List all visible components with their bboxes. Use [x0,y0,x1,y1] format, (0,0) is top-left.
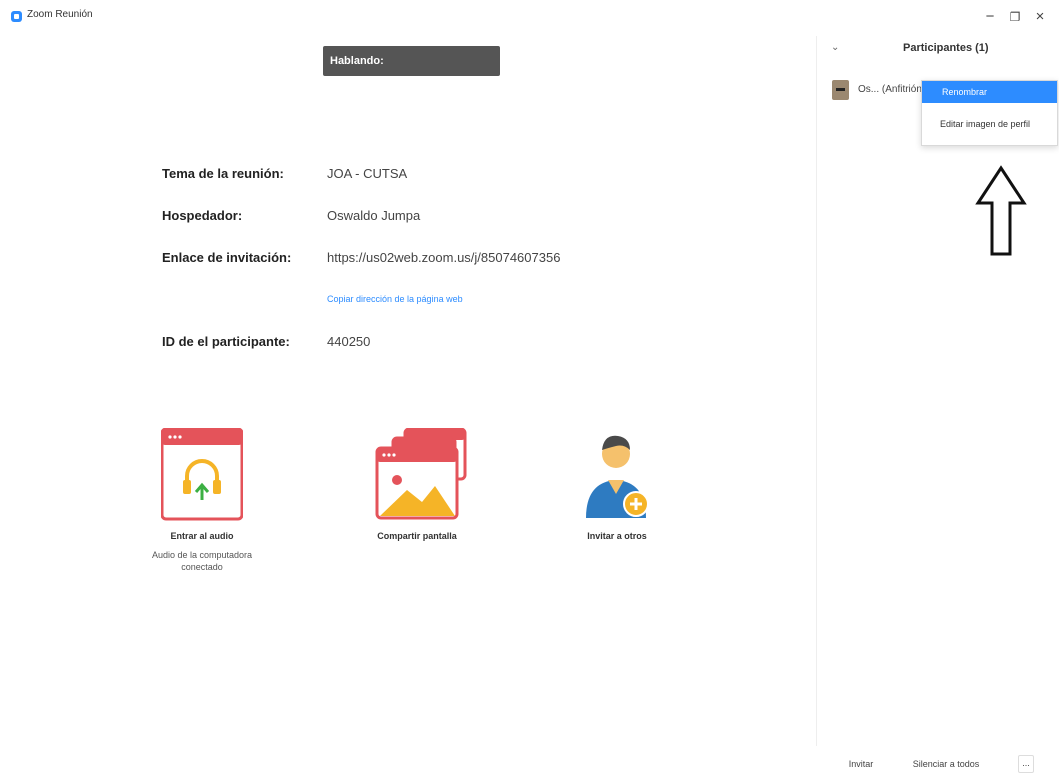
restore-button[interactable]: ❐ [1001,6,1029,28]
invite-button[interactable]: Invitar [844,755,878,773]
headphones-icon [160,427,244,521]
minimize-button[interactable]: − [976,6,1004,28]
host-value: Oswaldo Jumpa [327,208,421,223]
invite-person-icon [586,435,649,518]
participant-context-menu: Renombrar Editar imagen de perfil [921,80,1058,146]
share-screen-action[interactable]: Compartir pantalla [357,427,477,541]
up-arrow-annotation-icon [975,165,1027,256]
rename-menu-item[interactable]: Renombrar [922,81,1057,103]
participant-id-label: ID de el participante: [162,334,290,349]
invite-others-action[interactable]: Invitar a otros [570,428,664,541]
invite-others-label: Invitar a otros [587,531,647,541]
participant-id-value: 440250 [327,334,371,349]
share-screen-label: Compartir pantalla [377,531,457,541]
more-options-button[interactable]: ... [1018,755,1034,773]
participant-avatar [832,80,849,100]
chevron-down-icon[interactable]: ⌄ [831,42,839,53]
join-audio-label: Entrar al audio [170,531,234,541]
participants-title: Participantes (1) [903,42,989,54]
mute-all-button[interactable]: Silenciar a todos [909,755,983,773]
close-button[interactable]: × [1026,6,1054,28]
edit-profile-picture-menu-item[interactable]: Editar imagen de perfil [922,113,1057,135]
speaking-indicator: Hablando: [323,46,500,76]
audio-status-text: Audio de la computadora conectado [151,550,253,572]
topic-label: Tema de la reunión: [162,166,284,181]
topic-value: JOA - CUTSA [327,166,408,181]
invite-link-value: https://us02web.zoom.us/j/85074607356 [327,250,561,265]
host-label: Hospedador: [162,208,243,223]
copy-link-button[interactable]: Copiar dirección de la página web [327,294,463,304]
window-title: Zoom Reunión [27,9,93,20]
invite-link-label: Enlace de invitación: [162,250,292,265]
join-audio-action[interactable]: Entrar al audio Audio de la computadora … [140,427,264,573]
meeting-main-area: Hablando: Tema de la reunión: JOA - CUTS… [0,36,816,746]
zoom-logo-icon [11,11,22,22]
participant-name: Os... (Anfitrión, yo) [858,84,924,95]
title-bar: Zoom Reunión − ❐ × [0,0,1059,36]
share-screen-icon [375,427,467,520]
